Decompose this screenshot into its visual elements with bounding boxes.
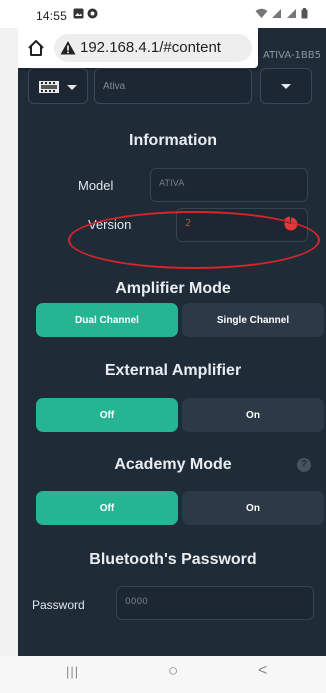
single-channel-button[interactable]: Single Channel [182, 303, 324, 337]
notification-icons [73, 8, 98, 22]
password-label: Password [32, 598, 85, 612]
academy-off-button[interactable]: Off [36, 491, 178, 525]
external-amplifier-title: External Amplifier [104, 362, 242, 379]
status-bar: 14:55 [0, 0, 326, 28]
home-button[interactable]: ○ [168, 661, 178, 681]
system-icons [255, 8, 308, 22]
model-label: Model [78, 178, 114, 193]
model-field: ATIVA [150, 168, 308, 202]
password-placeholder[interactable]: 0000 [125, 597, 148, 607]
signal-icon [272, 9, 282, 18]
help-icon[interactable]: ? [297, 458, 311, 472]
warning-icon[interactable] [60, 40, 76, 56]
dot-icon [87, 8, 98, 19]
url-field[interactable]: 192.168.4.1/#content [54, 34, 252, 62]
back-button[interactable]: < [258, 662, 267, 680]
chevron-down-icon [67, 85, 77, 90]
chevron-down-icon [281, 84, 291, 89]
bluetooth-password-title: Bluetooth's Password [89, 551, 257, 568]
device-name-value[interactable]: Ativa [103, 81, 125, 92]
academy-on-button[interactable]: On [182, 491, 324, 525]
film-strip-icon [39, 81, 59, 93]
device-name-field[interactable]: Ativa [94, 68, 252, 104]
battery-icon [301, 8, 308, 19]
status-time: 14:55 [36, 9, 68, 23]
browser-url-bar: 192.168.4.1/#content [18, 28, 258, 68]
image-icon [73, 8, 84, 19]
android-nav-bar: ||| ○ < [0, 656, 326, 693]
app-window: 192.168.4.1/#content ATIVA-1BB5 Ativa In… [18, 28, 326, 656]
annotation-ellipse [68, 211, 320, 269]
menu-dropdown-button[interactable] [260, 68, 312, 104]
password-input[interactable]: 0000 [116, 586, 314, 620]
signal-icon [287, 9, 297, 18]
device-tag: ATIVA-1BB5 [263, 50, 321, 61]
home-icon[interactable] [26, 38, 46, 58]
external-amp-off-button[interactable]: Off [36, 398, 178, 432]
information-title: Information [129, 132, 217, 149]
url-text[interactable]: 192.168.4.1/#content [80, 39, 221, 56]
wifi-icon [255, 8, 268, 18]
dual-channel-button[interactable]: Dual Channel [36, 303, 178, 337]
device-type-select[interactable] [28, 68, 88, 104]
external-amp-on-button[interactable]: On [182, 398, 324, 432]
model-value: ATIVA [159, 179, 185, 189]
academy-mode-title: Academy Mode [114, 456, 232, 473]
amplifier-mode-title: Amplifier Mode [115, 280, 231, 297]
recents-button[interactable]: ||| [66, 664, 79, 679]
